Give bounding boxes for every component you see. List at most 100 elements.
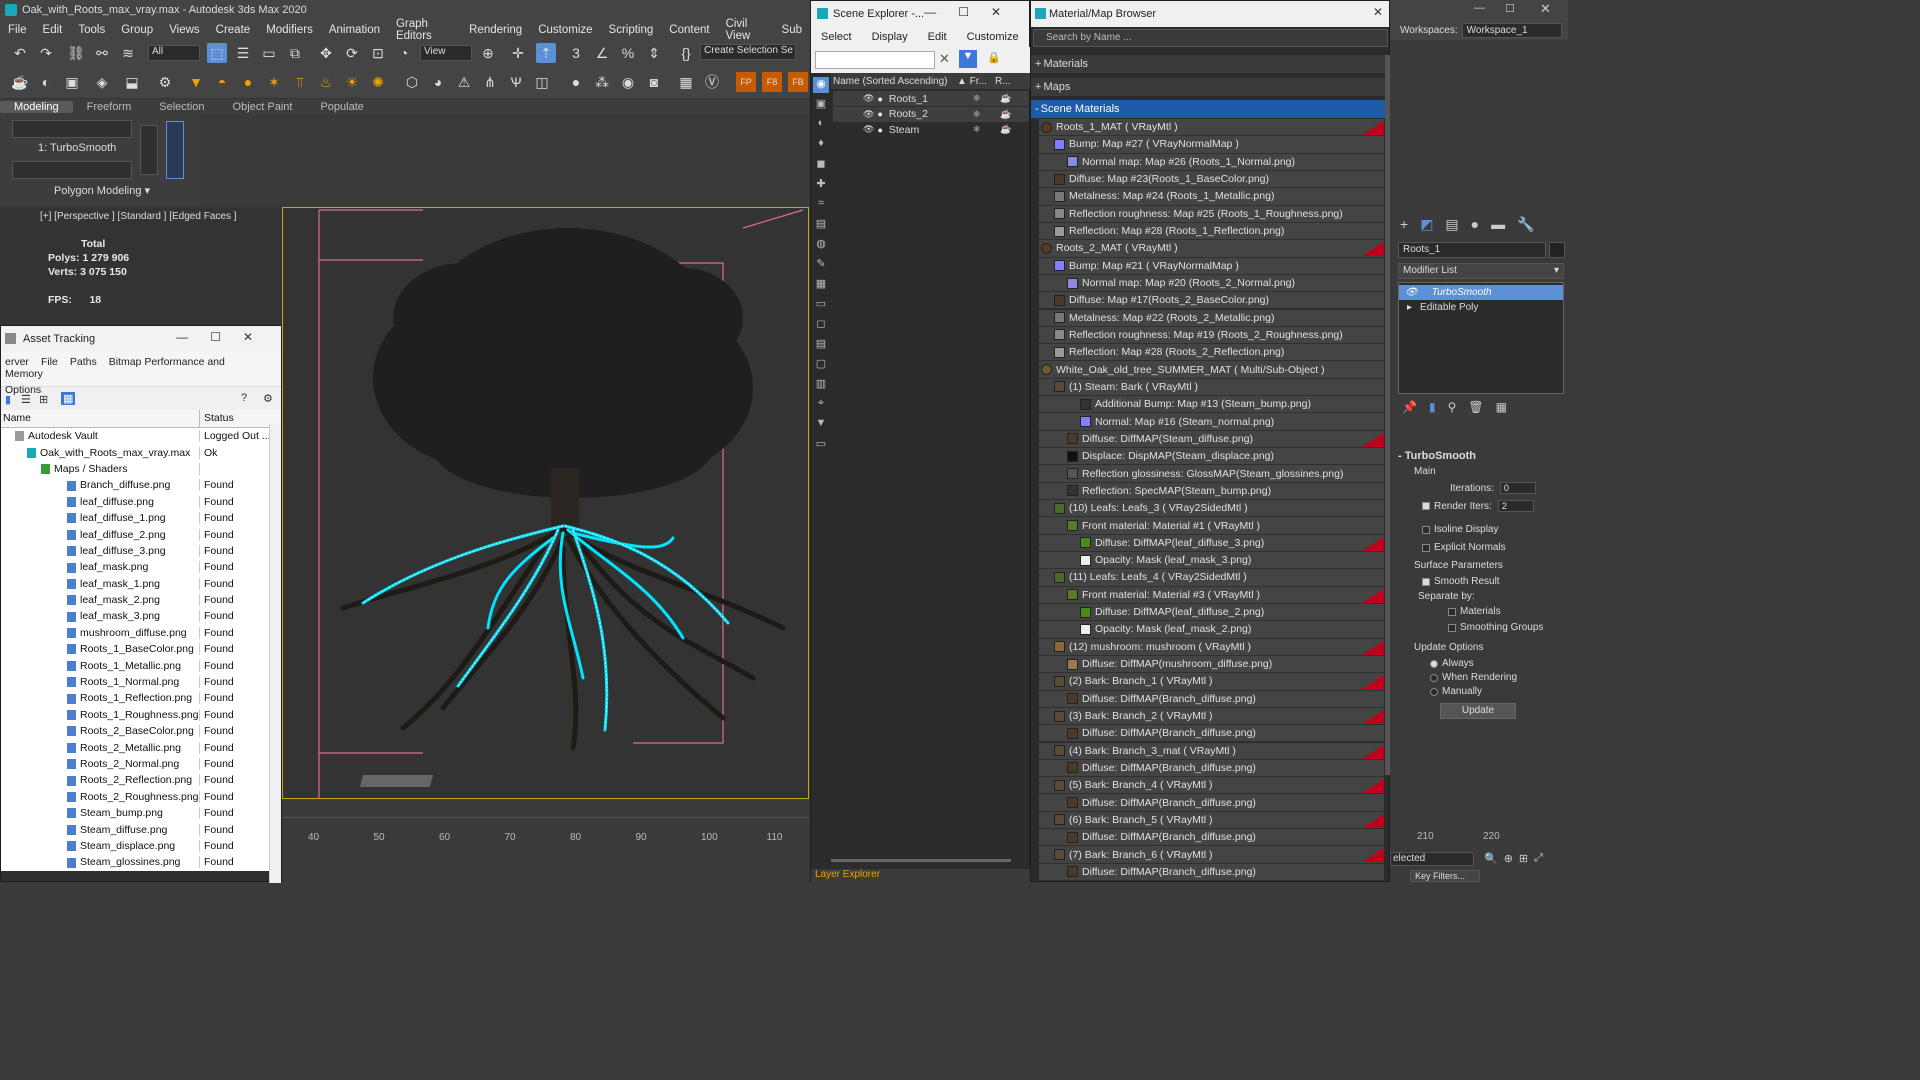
group-row[interactable]: Maps / Shaders <box>1 460 281 478</box>
asset-menu-bitmap-performance-and-memory[interactable]: Bitmap Performance and Memory <box>5 356 225 380</box>
undo-icon[interactable]: ↶ <box>10 43 30 63</box>
create-tab-icon[interactable]: + <box>1400 216 1408 233</box>
motion-tab-icon[interactable]: ● <box>1471 216 1479 233</box>
render-icon[interactable]: ⬓ <box>122 72 142 92</box>
frame-buffer-icon[interactable]: ▦ <box>676 72 696 92</box>
material-tree-row[interactable]: (3) Bark: Branch_2 ( VRayMtl ) <box>1039 707 1384 726</box>
zoom-icon[interactable]: 🔍 <box>1484 852 1498 865</box>
ribbon-tab-modeling[interactable]: Modeling <box>0 101 73 113</box>
update-button[interactable]: Update <box>1440 703 1516 719</box>
material-tree-row[interactable]: Diffuse: DiffMAP(Steam_diffuse.png) <box>1039 430 1384 449</box>
render-dot-icon[interactable]: ● <box>877 94 882 104</box>
always-radio[interactable] <box>1430 659 1438 668</box>
menu-item-civil-view[interactable]: Civil View <box>718 18 774 42</box>
asset-menu-erver[interactable]: erver <box>5 356 29 368</box>
smooth-result-checkbox[interactable] <box>1422 577 1430 586</box>
menu-item-graph-editors[interactable]: Graph Editors <box>388 18 461 42</box>
hidden-filter-icon[interactable]: ◻ <box>813 317 829 333</box>
material-tree-row[interactable]: (10) Leafs: Leafs_3 ( VRay2SidedMtl ) <box>1039 500 1384 518</box>
tree-view-icon[interactable]: ⊞ <box>39 393 48 406</box>
time-ruler[interactable]: 40 50 60 70 80 90 100 110 <box>282 817 809 847</box>
minimize-icon[interactable]: — <box>1474 2 1485 14</box>
col-sorted-name[interactable]: Name (Sorted Ascending) <box>831 76 957 87</box>
turbosmooth-rollout[interactable]: - TurboSmooth <box>1398 450 1476 462</box>
materials-section[interactable]: + Materials <box>1031 55 1386 73</box>
asset-row[interactable]: Roots_2_Roughness.png Found <box>1 788 281 805</box>
menu-item-create[interactable]: Create <box>208 24 259 36</box>
scene-object-row[interactable]: 👁 ● Roots_2 ❄ ☕ <box>833 106 1029 122</box>
iterations-spinner[interactable]: 0 <box>1499 482 1536 494</box>
render-dot-icon[interactable]: ● <box>877 109 882 119</box>
zoom-all-icon[interactable]: ⊕ <box>1504 852 1513 865</box>
asset-row[interactable]: leaf_diffuse_3.png Found <box>1 542 281 560</box>
material-tree-row[interactable]: Diffuse: DiffMAP(Branch_diffuse.png) <box>1039 794 1384 812</box>
material-tree-row[interactable]: Diffuse: DiffMAP(Branch_diffuse.png) <box>1039 759 1384 778</box>
layer-explorer-tab[interactable]: Layer Explorer <box>811 869 1031 883</box>
window-controls[interactable]: —☐✕ <box>176 330 275 344</box>
vray-logo-icon[interactable]: Ⓥ <box>702 72 722 92</box>
ribbon-tab-selection[interactable]: Selection <box>145 101 218 113</box>
renderable-teapot-icon[interactable]: ☕ <box>1000 93 1011 104</box>
material-tree-row[interactable]: (11) Leafs: Leafs_4 ( VRay2SidedMtl ) <box>1039 569 1384 587</box>
material-tree-row[interactable]: (7) Bark: Branch_6 ( VRayMtl ) <box>1039 846 1384 864</box>
menu-item-tools[interactable]: Tools <box>70 24 113 36</box>
isoline-checkbox[interactable] <box>1422 525 1430 534</box>
spinner-snap-icon[interactable]: ⇕ <box>644 43 664 63</box>
modify-tab-icon[interactable]: ◩ <box>1420 216 1433 233</box>
mesh-light-icon[interactable]: ✶ <box>264 72 284 92</box>
expand-arrow-icon[interactable]: ▸ <box>1407 302 1412 313</box>
scene-menu-display[interactable]: Display <box>862 31 918 43</box>
material-tree-row[interactable]: Normal map: Map #26 (Roots_1_Normal.png) <box>1039 153 1384 171</box>
viewport-label[interactable]: [+] [Perspective ] [Standard ] [Edged Fa… <box>40 211 237 222</box>
timeline-bar[interactable] <box>282 799 809 817</box>
sky-icon[interactable]: ✺ <box>368 72 388 92</box>
redo-icon[interactable]: ↷ <box>36 43 56 63</box>
bones-filter-icon[interactable]: ✎ <box>813 257 829 273</box>
material-tree-row[interactable]: Diffuse: DiffMAP(Branch_diffuse.png) <box>1039 829 1384 847</box>
show-in-viewport-icon[interactable] <box>1362 121 1384 135</box>
teapot-icon[interactable]: ☕ <box>10 72 30 92</box>
show-in-viewport-icon[interactable] <box>1362 640 1384 655</box>
f8-icon[interactable]: F8 <box>762 72 782 92</box>
asset-row[interactable]: Roots_2_Normal.png Found <box>1 755 281 773</box>
scene-search-input[interactable] <box>815 51 935 69</box>
menu-item-content[interactable]: Content <box>661 24 717 36</box>
manually-radio[interactable] <box>1430 687 1438 696</box>
scene-menu-edit[interactable]: Edit <box>918 31 957 43</box>
volume-icon[interactable]: ◫ <box>532 72 552 92</box>
sort-icon[interactable]: ⌖ <box>813 397 829 413</box>
show-in-viewport-icon[interactable] <box>1362 432 1384 447</box>
asset-row[interactable]: Roots_1_Roughness.png Found <box>1 706 281 724</box>
render-iters-spinner[interactable]: 2 <box>1497 500 1534 512</box>
groups-filter-icon[interactable]: ▤ <box>813 217 829 233</box>
filter-list-icon[interactable]: ▼ <box>813 417 829 433</box>
fur-icon[interactable]: ⋔ <box>480 72 500 92</box>
material-sphere-icon[interactable]: ● <box>566 72 586 92</box>
display-tab-icon[interactable]: ▬ <box>1491 216 1505 233</box>
refresh-icon[interactable]: ▮ <box>5 393 11 406</box>
display-all-icon[interactable]: ◉ <box>813 77 829 93</box>
rect-selection-icon[interactable]: ▭ <box>259 43 279 63</box>
menu-item-views[interactable]: Views <box>161 24 207 36</box>
material-tree-row[interactable]: Diffuse: DiffMAP(leaf_diffuse_2.png) <box>1039 603 1384 622</box>
fb-icon[interactable]: FB <box>788 72 808 92</box>
material-tree-row[interactable]: Metalness: Map #24 (Roots_1_Metallic.png… <box>1039 188 1384 206</box>
ribbon-tab-freeform[interactable]: Freeform <box>73 101 146 113</box>
menu-item-modifiers[interactable]: Modifiers <box>258 24 321 36</box>
explicit-normals-checkbox[interactable] <box>1422 543 1430 552</box>
select-object-icon[interactable]: ⬚ <box>207 43 227 63</box>
sun-icon[interactable]: ☀ <box>342 72 362 92</box>
material-tree-row[interactable]: Reflection: Map #28 (Roots_1_Reflection.… <box>1039 222 1384 241</box>
select-none-icon[interactable]: ▢ <box>813 357 829 373</box>
plane-icon[interactable]: ⚠ <box>454 72 474 92</box>
material-tree-row[interactable]: Front material: Material #3 ( VRayMtl ) <box>1039 586 1384 604</box>
asset-row[interactable]: leaf_diffuse.png Found <box>1 493 281 510</box>
renderable-teapot-icon[interactable]: ☕ <box>1000 109 1011 120</box>
visibility-eye-icon[interactable]: 👁 <box>863 109 874 120</box>
col-status[interactable]: Status <box>200 410 234 427</box>
material-tree-row[interactable]: Front material: Material #1 ( VRayMtl ) <box>1039 517 1384 535</box>
snaps-toggle-icon[interactable]: 3 <box>566 43 586 63</box>
edit-named-selection-icon[interactable]: {} <box>676 43 696 63</box>
asset-row[interactable]: leaf_mask_2.png Found <box>1 591 281 609</box>
show-in-viewport-icon[interactable] <box>1362 536 1384 551</box>
